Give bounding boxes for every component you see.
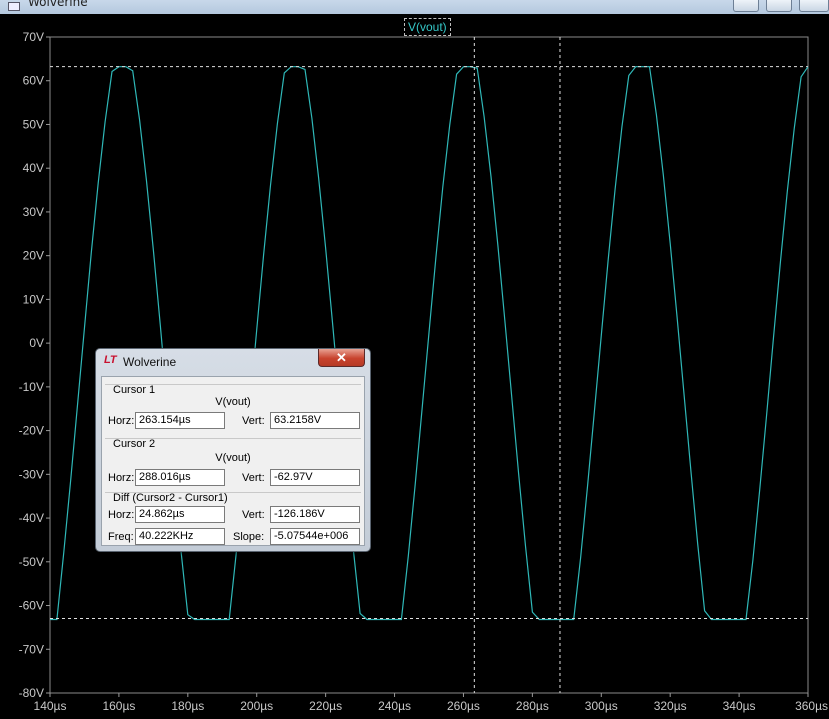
diff-horz-label: Horz: [108,509,135,521]
lt-logo-icon: LT [104,354,117,366]
diff-slope-label: Slope: [233,531,265,543]
y-tick-label: 40V [23,161,44,175]
y-tick-label: -20V [19,424,44,438]
close-window-button[interactable] [799,0,829,12]
y-tick-label: -50V [19,555,44,569]
x-tick-label: 260µs [447,699,480,713]
cursor-dialog[interactable]: LT Wolverine ✕ Cursor 1 V(vout) Horz: 26… [95,348,371,552]
cursor1-vert-label: Vert: [242,415,265,427]
x-tick-label: 220µs [309,699,342,713]
y-tick-label: 50V [23,117,44,131]
y-tick-label: -40V [19,511,44,525]
dialog-body: Cursor 1 V(vout) Horz: 263.154µs Vert: 6… [101,376,365,546]
dialog-titlebar[interactable]: LT Wolverine ✕ [96,349,370,373]
diff-freq-label: Freq: [108,531,134,543]
diff-vert-label: Vert: [242,509,265,521]
maximize-button[interactable] [766,0,792,12]
app-icon [8,2,20,11]
y-tick-label: -10V [19,380,44,394]
y-tick-label: 10V [23,292,44,306]
cursor1-group: Cursor 1 V(vout) Horz: 263.154µs Vert: 6… [105,384,361,435]
cursor2-horz-label: Horz: [108,472,135,484]
y-tick-label: 70V [23,30,44,44]
window-title: Wolverine [28,0,88,9]
diff-freq-field[interactable]: 40.222KHz [135,528,225,545]
cursor2-vert-label: Vert: [242,472,265,484]
x-tick-label: 140µs [34,699,67,713]
cursor1-vert-field[interactable]: 63.2158V [270,412,360,429]
y-tick-label: 20V [23,249,44,263]
window-titlebar[interactable]: Wolverine [0,0,829,14]
y-tick-label: 0V [29,336,44,350]
cursor2-heading: Cursor 2 [113,438,156,450]
cursor2-trace: V(vout) [215,452,251,464]
diff-slope-field[interactable]: -5.07544e+006 [270,528,360,545]
diff-group: Diff (Cursor2 - Cursor1) Horz: 24.862µs … [105,492,361,547]
cursor2-vert-field[interactable]: -62.97V [270,469,360,486]
cursor2-horz-field[interactable]: 288.016µs [135,469,225,486]
x-tick-label: 180µs [171,699,204,713]
diff-horz-field[interactable]: 24.862µs [135,506,225,523]
dialog-title: Wolverine [123,355,177,369]
trace-label-vout[interactable]: V(vout) [404,18,451,36]
y-tick-label: 30V [23,205,44,219]
cursor1-horz-field[interactable]: 263.154µs [135,412,225,429]
y-tick-label: -30V [19,467,44,481]
cursor1-horz-label: Horz: [108,415,135,427]
x-tick-label: 160µs [102,699,135,713]
diff-vert-field[interactable]: -126.186V [270,506,360,523]
cursor1-heading: Cursor 1 [113,384,156,396]
cursor1-trace: V(vout) [215,396,251,408]
x-tick-label: 200µs [240,699,273,713]
cursor2-group: Cursor 2 V(vout) Horz: 288.016µs Vert: -… [105,438,361,491]
y-tick-label: 60V [23,74,44,88]
y-tick-label: -60V [19,599,44,613]
x-tick-label: 320µs [654,699,687,713]
minimize-button[interactable] [733,0,759,12]
y-tick-label: -80V [19,686,44,700]
x-tick-label: 280µs [516,699,549,713]
x-tick-label: 240µs [378,699,411,713]
dialog-close-button[interactable]: ✕ [318,349,365,367]
x-tick-label: 300µs [585,699,618,713]
diff-heading: Diff (Cursor2 - Cursor1) [113,492,228,504]
x-tick-label: 340µs [723,699,756,713]
y-tick-label: -70V [19,642,44,656]
x-tick-label: 360µs [795,699,828,713]
